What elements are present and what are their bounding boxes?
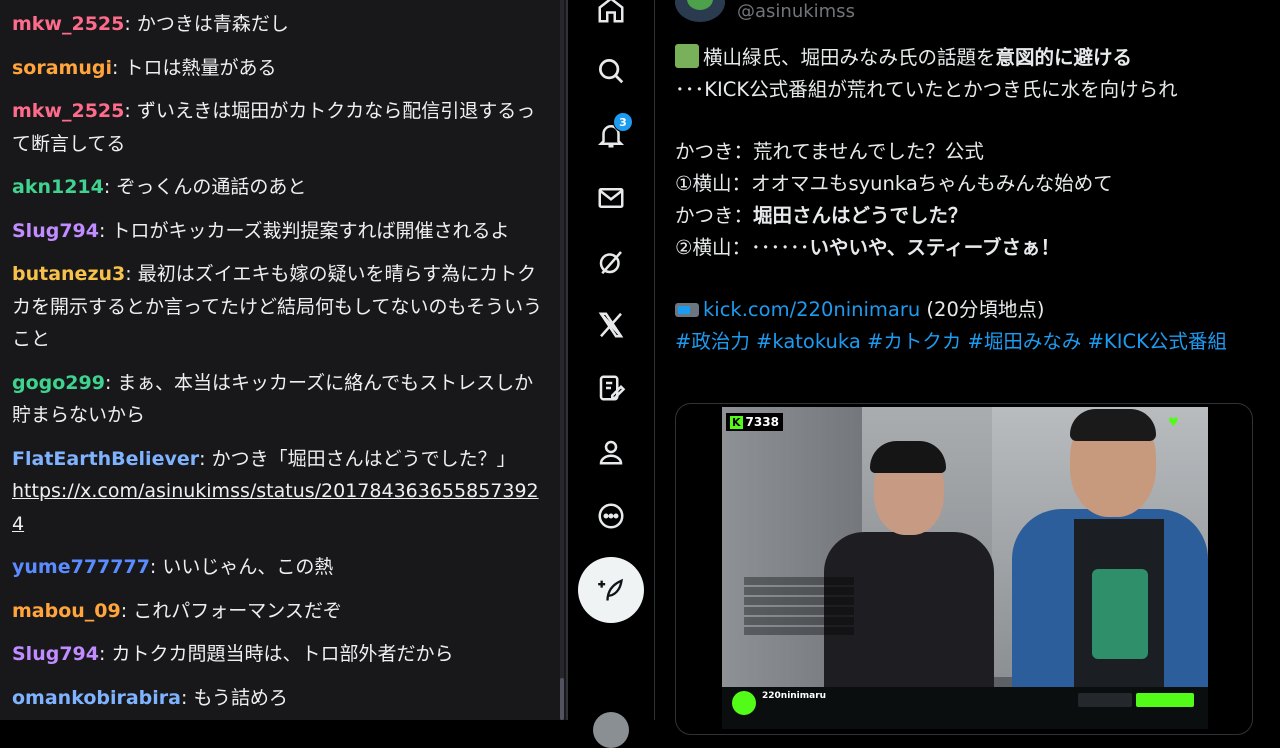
chat-separator: : xyxy=(104,371,118,394)
chat-username[interactable]: soramugi xyxy=(12,57,112,79)
chat-text: トロがキッカーズ裁判提案すれば開催されるよ xyxy=(111,219,510,242)
more-icon[interactable] xyxy=(589,494,633,538)
person-left xyxy=(814,441,994,729)
streamer-name: 220ninimaru xyxy=(762,691,827,701)
tweet-hashtags[interactable]: #政治力 #katokuka #カトクカ #堀田みなみ #KICK公式番組 xyxy=(675,326,1250,358)
chat-separator: : xyxy=(124,100,137,122)
chat-username[interactable]: yume777777 xyxy=(12,556,150,578)
subscribe-button xyxy=(1078,693,1132,707)
person-right xyxy=(1012,409,1208,729)
chat-text: もう詰めろ xyxy=(193,686,288,709)
chat-separator: : xyxy=(124,13,137,35)
chat-message: soramugi: トロは熱量がある xyxy=(12,52,550,85)
chat-message: Slug794: トロがキッカーズ裁判提案すれば開催されるよ xyxy=(12,215,550,248)
chat-text: いいじゃん、この熱 xyxy=(162,556,334,578)
green-square-emoji xyxy=(675,44,699,68)
tweet-media[interactable]: K 7338 ♥ 220ninimaru xyxy=(675,403,1253,735)
chat-scrollbar-track[interactable] xyxy=(560,0,564,720)
compose-list-icon[interactable] xyxy=(589,366,633,410)
chat-username[interactable]: mkw_2525 xyxy=(12,13,124,35)
chat-text: かつきは青森だし xyxy=(136,13,289,35)
chat-username[interactable]: FlatEarthBeliever xyxy=(12,448,199,470)
chat-message: mkw_2525: かつきは青森だし xyxy=(12,8,550,41)
chat-separator: : xyxy=(181,686,194,709)
tweet-author-handle[interactable]: @asinukimss xyxy=(737,0,855,24)
battery-emoji xyxy=(675,303,699,317)
home-icon[interactable] xyxy=(589,0,633,32)
chat-separator: : xyxy=(149,556,163,578)
chat-message: akn1214: ぞっくんの通話のあと xyxy=(12,171,550,204)
notification-badge: 3 xyxy=(613,112,633,132)
chat-message: Slug794: カトクカ問題当時は、トロ部外者だから xyxy=(12,638,550,671)
viewer-count-badge: K 7338 xyxy=(726,413,783,431)
search-icon[interactable] xyxy=(589,49,633,93)
chat-username[interactable]: Slug794 xyxy=(12,220,99,242)
follow-button xyxy=(1136,693,1194,707)
chat-username[interactable]: mkw_2525 xyxy=(12,100,124,122)
chat-username[interactable]: akn1214 xyxy=(12,176,104,198)
tweet-author-avatar[interactable] xyxy=(675,0,725,22)
heart-icon: ♥ xyxy=(1168,415,1179,429)
chat-separator: : xyxy=(120,599,134,622)
feather-plus-icon xyxy=(598,578,623,601)
chat-message: butanezu3: 最初はズイエキも嫁の疑いを晴らす為にカトクカを開示するとか… xyxy=(12,258,550,356)
chat-username[interactable]: butanezu3 xyxy=(12,263,125,285)
chat-text: ぞっくんの通話のあと xyxy=(116,176,307,198)
tweet-link[interactable]: kick.com/220ninimaru xyxy=(703,298,920,321)
chat-text: トロは熱量がある xyxy=(124,56,277,79)
chat-message: FlatEarthBeliever: かつき「堀田さんはどうでした？」 https… xyxy=(12,443,550,541)
post-button[interactable] xyxy=(578,557,644,623)
chat-scrollbar-thumb[interactable] xyxy=(560,678,564,720)
chat-message: yume777777: いいじゃん、この熱 xyxy=(12,551,550,584)
chat-separator: : xyxy=(199,447,212,470)
chat-separator: : xyxy=(98,643,112,665)
stream-chat-overlay xyxy=(744,575,854,637)
chat-username[interactable]: gogo299 xyxy=(12,372,105,394)
chat-message: mkw_2525: ずいえきは堀田がカトクカなら配信引退するって断言してる xyxy=(12,95,550,160)
mail-icon[interactable] xyxy=(589,176,633,220)
account-avatar[interactable] xyxy=(593,712,629,748)
stream-info-bar: 220ninimaru xyxy=(722,687,1208,729)
chat-username[interactable]: omankobirabira xyxy=(12,687,181,709)
chat-separator: : xyxy=(103,176,117,198)
grok-icon[interactable] xyxy=(589,240,633,284)
chat-separator: : xyxy=(98,219,112,242)
chat-separator: : xyxy=(125,263,138,285)
chat-panel: mkw_2525: かつきは青森だし soramugi: トロは熱量がある mkw_… xyxy=(0,0,566,720)
chat-text: カトクカ問題当時は、トロ部外者だから xyxy=(111,643,454,665)
chat-text: これパフォーマンスだぞ xyxy=(133,599,342,622)
profile-icon[interactable] xyxy=(589,430,633,474)
chat-username[interactable]: mabou_09 xyxy=(12,600,121,622)
x-logo-icon[interactable] xyxy=(589,303,633,347)
x-side-nav: 3 xyxy=(568,0,654,748)
tweet-text: 横山緑氏、堀田みなみ氏の話題を意図的に避ける ･･･KICK公式番組が荒れていた… xyxy=(675,42,1250,358)
chat-link[interactable]: https://x.com/asinukimss/status/20178436… xyxy=(12,480,539,535)
chat-message: mabou_09: これパフォーマンスだぞ xyxy=(12,595,550,628)
chat-username[interactable]: Slug794 xyxy=(12,643,99,665)
chat-text: かつき「堀田さんはどうでした？」 xyxy=(211,447,516,470)
chat-message-list: mkw_2525: かつきは青森だし soramugi: トロは熱量がある mkw_… xyxy=(12,8,550,720)
chat-separator: : xyxy=(112,56,125,79)
streamer-avatar xyxy=(732,691,756,715)
chat-message: gogo299: まぁ、本当はキッカーズに絡んでもストレスしか貯まらないから xyxy=(12,367,550,432)
chat-message: omankobirabira: もう詰めろ xyxy=(12,682,550,715)
video-screenshot[interactable]: K 7338 ♥ 220ninimaru xyxy=(722,407,1208,729)
